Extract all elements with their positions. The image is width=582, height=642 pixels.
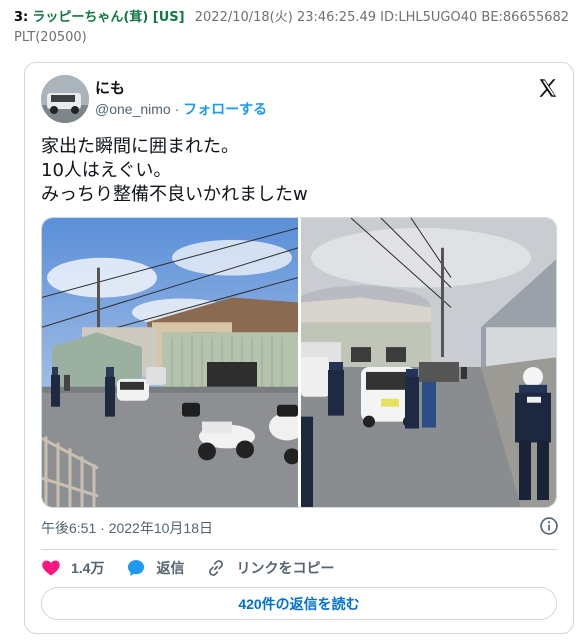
x-logo-icon[interactable] [537,77,559,99]
user-handle[interactable]: @one_nimo [95,101,171,117]
tweet-text-line: みっちり整備不良いかれましたw [41,184,308,205]
user-line: @one_nimo · フォローする [95,99,267,119]
post-date-id: 2022/10/18(火) 23:46:25.49 ID:LHL5UGO40 B… [194,10,570,25]
tweet-media [41,217,557,508]
read-replies-button[interactable]: 420件の返信を読む [41,587,557,620]
tweet-timestamp[interactable]: 午後6:51 · 2022年10月18日 [41,518,213,538]
tweet-photo-right[interactable] [301,218,556,507]
copy-link-button[interactable]: リンクをコピー [206,558,334,578]
follow-button[interactable]: フォローする [183,101,267,117]
tweet-text-line: 家出た瞬間に囲まれた。 [41,136,239,157]
like-count: 1.4万 [71,560,105,576]
avatar[interactable] [41,75,89,123]
poster-name: ラッピーちゃん(茸) [US] [32,10,185,25]
display-name[interactable]: にも [95,77,125,98]
link-icon [209,560,224,576]
post-number: 3: [14,10,29,25]
reply-label: 返信 [156,560,185,576]
tweet-embed-card[interactable]: にも @one_nimo · フォローする 家出た瞬間に囲まれた。 10人はえぐ… [24,62,574,634]
divider [41,549,557,550]
like-button[interactable]: 1.4万 [41,558,104,578]
tweet-photo-left[interactable] [42,218,298,507]
post-header: 3: ラッピーちゃん(茸) [US] 2022/10/18(火) 23:46:2… [14,8,582,48]
post-be-line: PLT(20500) [14,30,87,45]
tweet-text-line: 10人はえぐい。 [41,160,172,181]
copy-link-label: リンクをコピー [236,560,335,576]
tweet-text: 家出た瞬間に囲まれた。 10人はえぐい。 みっちり整備不良いかれましたw [41,135,561,207]
reply-button[interactable]: 返信 [126,558,184,578]
info-icon[interactable] [539,516,559,536]
heart-icon [42,560,60,576]
reply-bubble-icon [128,560,145,576]
separator: · [170,101,184,117]
tweet-actions: 1.4万 返信 リンクをコピー [41,557,356,579]
